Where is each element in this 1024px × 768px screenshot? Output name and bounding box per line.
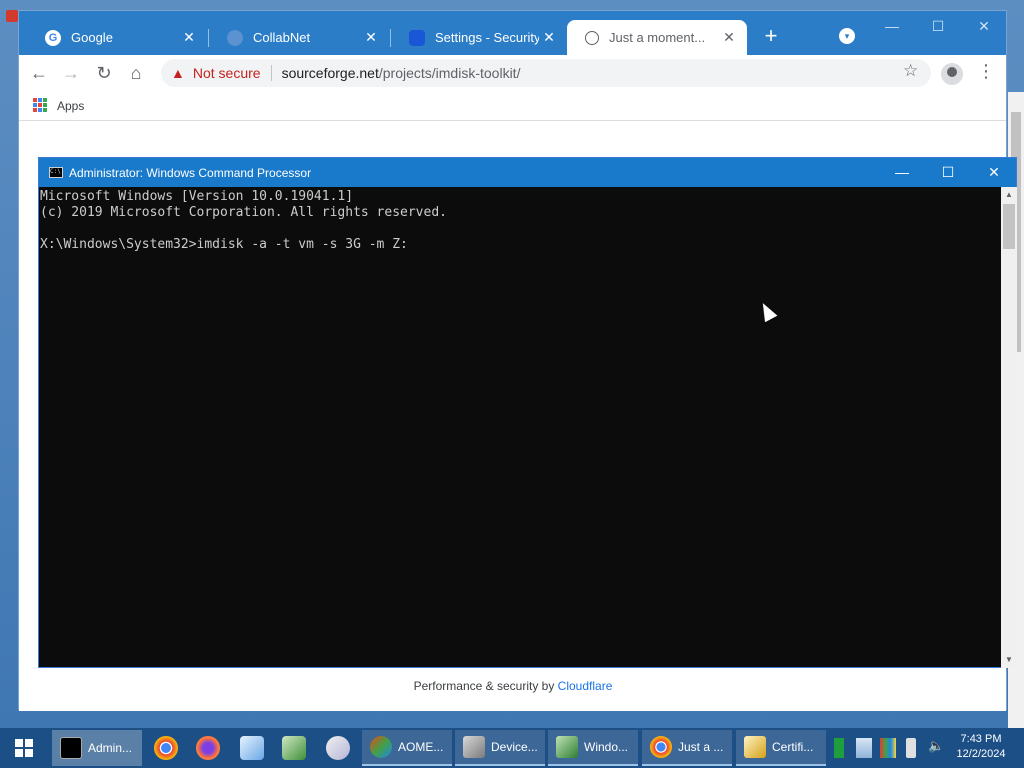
taskbar-item-cmd[interactable]: Admin...: [52, 730, 142, 766]
console-output[interactable]: Microsoft Windows [Version 10.0.19041.1]…: [39, 187, 1001, 668]
divider: [270, 65, 272, 81]
tab-label: Google: [71, 30, 113, 45]
tab-label: Just a moment...: [609, 30, 706, 45]
console-line: Microsoft Windows [Version 10.0.19041.1]: [40, 189, 354, 204]
windows-logo-icon: [15, 739, 33, 757]
taskbar-item-certificate[interactable]: Certifi...: [736, 730, 826, 766]
footer-text: Performance & security by: [413, 679, 558, 693]
windows-setup-icon: [556, 736, 578, 758]
cmd-window: C:\ Administrator: Windows Command Proce…: [38, 157, 1017, 668]
network-icon[interactable]: [856, 738, 872, 758]
url-path: /projects/imdisk-toolkit/: [378, 65, 521, 81]
clock[interactable]: 7:43 PM 12/2/2024: [952, 732, 1010, 762]
aomei-icon: [370, 736, 392, 758]
tab-label: Settings - Security: [435, 30, 539, 45]
tab-strip: G Google ✕ CollabNet ✕ Settings - Securi…: [19, 11, 1006, 55]
bookmark-star-icon[interactable]: ☆: [903, 61, 918, 81]
console-line: ​: [40, 221, 1001, 237]
taskbar-label: Certifi...: [772, 740, 814, 754]
bookmarks-bar: Apps: [19, 91, 1006, 121]
cmd-close-button[interactable]: ✕: [971, 158, 1017, 187]
taskbar-label: Windo...: [584, 740, 629, 754]
cmd-title: Administrator: Windows Command Processor: [69, 165, 312, 180]
apps-icon[interactable]: [33, 98, 47, 112]
cmd-titlebar[interactable]: C:\ Administrator: Windows Command Proce…: [39, 158, 1016, 187]
notepad-icon[interactable]: [240, 736, 264, 760]
scroll-up-icon[interactable]: ▲: [1001, 187, 1017, 203]
chrome-icon[interactable]: [154, 736, 178, 760]
forward-icon[interactable]: →: [59, 61, 83, 85]
chrome-icon: [650, 736, 672, 758]
minimize-button[interactable]: —: [877, 15, 907, 37]
registry-icon[interactable]: [282, 736, 306, 760]
tab-label: CollabNet: [253, 30, 311, 45]
apps-bookmark[interactable]: Apps: [57, 99, 84, 113]
security-status[interactable]: Not secure: [193, 65, 261, 81]
taskbar: Admin... AOME... Device... Windo... Just…: [0, 728, 1024, 768]
taskbar-label: Device...: [491, 740, 538, 754]
close-icon[interactable]: ✕: [539, 29, 559, 46]
taskbar-item-device-manager[interactable]: Device...: [455, 730, 545, 766]
home-icon[interactable]: ⌂: [124, 61, 148, 85]
close-icon[interactable]: ✕: [179, 29, 199, 46]
clock-time: 7:43 PM: [960, 733, 1002, 745]
taskbar-label: AOME...: [398, 740, 444, 754]
taskbar-item-chrome[interactable]: Just a ...: [642, 730, 732, 766]
tab-google[interactable]: G Google ✕: [27, 20, 207, 55]
taskbar-label: Admin...: [88, 741, 133, 755]
green-app-icon[interactable]: [834, 738, 844, 758]
scroll-down-icon[interactable]: ▼: [1001, 652, 1017, 668]
close-window-button[interactable]: ✕: [969, 15, 999, 37]
settings-icon: [409, 29, 425, 46]
globe-icon: [585, 30, 599, 45]
tab-settings-security[interactable]: Settings - Security ✕: [391, 20, 567, 55]
new-tab-button[interactable]: +: [759, 25, 783, 49]
profile-avatar-icon[interactable]: [941, 63, 963, 85]
taskbar-item-aomei[interactable]: AOME...: [362, 730, 452, 766]
firefox-icon[interactable]: [196, 736, 220, 760]
cmd-minimize-button[interactable]: —: [879, 158, 925, 187]
close-icon[interactable]: ✕: [361, 29, 381, 46]
back-icon[interactable]: ←: [27, 61, 51, 85]
usb-icon[interactable]: [906, 738, 916, 758]
console-prompt-line: X:\Windows\System32>imdisk -a -t vm -s 3…: [40, 237, 408, 252]
google-g-icon: G: [45, 29, 61, 46]
browser-toolbar: ← → ↻ ⌂ ▲ Not secure sourceforge.net/pro…: [19, 55, 1006, 91]
cmd-icon: C:\: [49, 167, 63, 178]
address-bar[interactable]: ▲ Not secure sourceforge.net/projects/im…: [161, 59, 931, 87]
warning-icon[interactable]: ▲: [171, 65, 185, 81]
cmd-icon: [60, 737, 82, 759]
close-icon[interactable]: ✕: [719, 29, 739, 46]
cloudflare-link[interactable]: Cloudflare: [558, 679, 613, 693]
maximize-button[interactable]: ☐: [923, 15, 953, 37]
tab-search-icon[interactable]: ▾: [839, 28, 855, 44]
paint-icon[interactable]: [326, 736, 350, 760]
taskbar-item-windows[interactable]: Windo...: [548, 730, 638, 766]
tab-collabnet[interactable]: CollabNet ✕: [209, 20, 389, 55]
tab-just-a-moment[interactable]: Just a moment... ✕: [567, 20, 747, 55]
reload-icon[interactable]: ↻: [92, 61, 116, 85]
device-manager-icon: [463, 736, 485, 758]
clock-date: 12/2/2024: [956, 748, 1006, 760]
certificate-icon: [744, 736, 766, 758]
taskbar-label: Just a ...: [678, 740, 724, 754]
cmd-scrollbar[interactable]: ▲ ▼: [1001, 187, 1017, 668]
collabnet-icon: [227, 29, 243, 46]
start-button[interactable]: [0, 728, 48, 768]
cmd-maximize-button[interactable]: ☐: [925, 158, 971, 187]
page-footer: Performance & security by Cloudflare: [19, 679, 1007, 693]
menu-icon[interactable]: ⋮: [977, 61, 995, 82]
desktop-icon[interactable]: [6, 10, 18, 22]
volume-muted-icon[interactable]: 🔈: [928, 738, 944, 758]
url-host: sourceforge.net: [281, 65, 379, 81]
console-line: (c) 2019 Microsoft Corporation. All righ…: [40, 205, 447, 220]
scrollbar-thumb[interactable]: [1003, 204, 1015, 249]
color-app-icon[interactable]: [880, 738, 896, 758]
